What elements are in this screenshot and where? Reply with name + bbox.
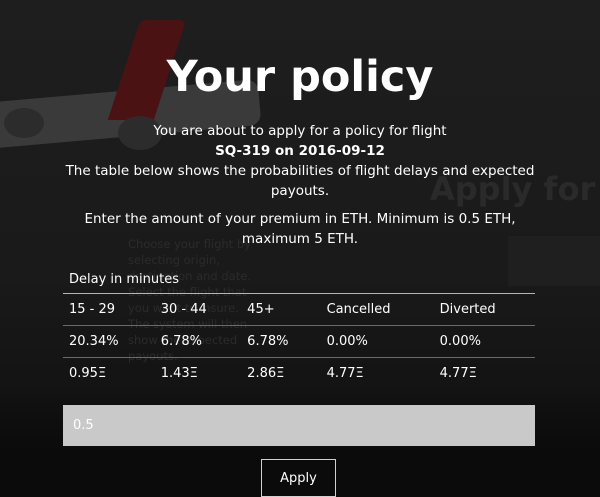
apply-button[interactable]: Apply <box>261 459 336 497</box>
intro-table-description: The table below shows the probabilities … <box>65 163 535 199</box>
probability-cell: 0.00% <box>433 325 535 358</box>
probability-cell: 0.00% <box>320 325 434 358</box>
payout-cell: 0.95Ξ <box>63 357 155 389</box>
flight-identifier: SQ-319 on 2016-09-12 <box>215 143 385 159</box>
column-header: Cancelled <box>320 293 434 326</box>
column-header: 30 - 44 <box>154 293 242 326</box>
probability-cell: 6.78% <box>241 325 321 358</box>
intro-text: You are about to apply for a policy for … <box>153 123 447 139</box>
probability-cell: 6.78% <box>154 325 242 358</box>
probability-cell: 20.34% <box>63 325 155 358</box>
column-header: Diverted <box>433 293 535 326</box>
payout-table: Delay in minutes 15 - 29 30 - 44 45+ Can… <box>63 266 535 389</box>
policy-intro: You are about to apply for a policy for … <box>60 121 540 201</box>
table-caption: Delay in minutes <box>69 272 180 287</box>
column-header: 15 - 29 <box>63 293 155 326</box>
column-header: 45+ <box>241 293 321 326</box>
payout-cell: 4.77Ξ <box>320 357 434 389</box>
premium-input[interactable] <box>63 405 535 446</box>
payout-cell: 4.77Ξ <box>433 357 535 389</box>
policy-modal: Your policy You are about to apply for a… <box>0 0 600 497</box>
page-title: Your policy <box>166 52 434 102</box>
probability-row: 20.34% 6.78% 6.78% 0.00% 0.00% <box>63 325 535 358</box>
table-header-row: 15 - 29 30 - 44 45+ Cancelled Diverted <box>63 293 535 326</box>
payout-cell: 1.43Ξ <box>154 357 242 389</box>
payout-cell: 2.86Ξ <box>241 357 321 389</box>
premium-instructions: Enter the amount of your premium in ETH.… <box>84 211 516 247</box>
payout-row: 0.95Ξ 1.43Ξ 2.86Ξ 4.77Ξ 4.77Ξ <box>63 357 535 389</box>
